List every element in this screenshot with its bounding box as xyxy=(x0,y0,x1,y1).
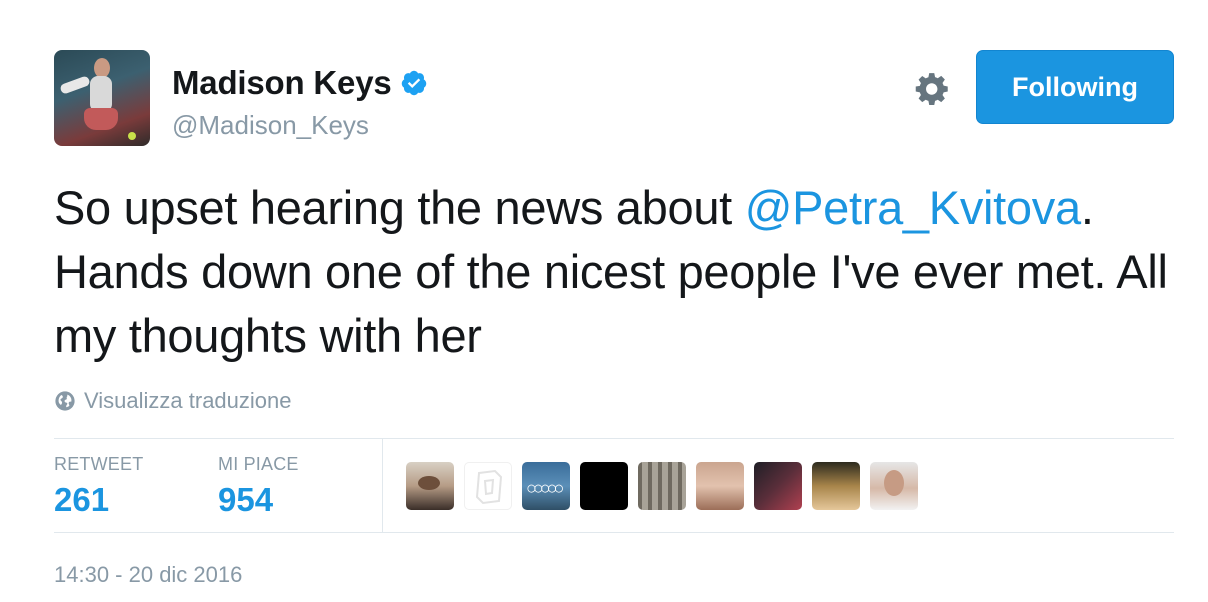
tweet-text: So upset hearing the news about @Petra_K… xyxy=(54,176,1174,368)
avatar-ball-shape xyxy=(128,132,136,140)
avatar-skirt-shape xyxy=(84,108,118,130)
verified-badge-icon xyxy=(401,70,426,96)
following-button[interactable]: Following xyxy=(976,50,1174,124)
retweet-count[interactable]: 261 xyxy=(54,481,143,519)
translate-label[interactable]: Visualizza traduzione xyxy=(84,388,292,414)
likes-stat[interactable]: MI PIACE 954 xyxy=(218,454,299,519)
stats-separator xyxy=(382,438,383,532)
sketch-avatar-icon xyxy=(475,469,503,505)
author-handle[interactable]: @Madison_Keys xyxy=(172,110,428,141)
liker-avatar-face-shape xyxy=(418,476,440,490)
author-display-name[interactable]: Madison Keys xyxy=(172,64,392,102)
olympic-rings-icon: ○○○○○ xyxy=(526,478,564,498)
liker-avatar[interactable]: ○○○○○ xyxy=(522,462,570,510)
liker-avatar[interactable] xyxy=(812,462,860,510)
tweet-stats: RETWEET 261 MI PIACE 954 ○○○○○ xyxy=(54,438,1174,532)
author-display-name-row[interactable]: Madison Keys xyxy=(172,64,428,102)
liker-avatar[interactable] xyxy=(870,462,918,510)
divider-bottom xyxy=(54,532,1174,533)
liker-avatar-face-shape xyxy=(884,470,904,496)
author-name-block: Madison Keys @Madison_Keys xyxy=(172,64,428,141)
liker-avatar[interactable] xyxy=(754,462,802,510)
author-avatar[interactable] xyxy=(54,50,150,146)
liker-avatar[interactable] xyxy=(406,462,454,510)
tweet-timestamp[interactable]: 14:30 - 20 dic 2016 xyxy=(54,562,242,588)
gear-icon[interactable] xyxy=(914,70,952,108)
translate-link[interactable]: Visualizza traduzione xyxy=(54,388,292,414)
tweet-text-start: So upset hearing the news about xyxy=(54,181,745,234)
liker-avatar[interactable] xyxy=(696,462,744,510)
globe-icon xyxy=(55,391,75,411)
liker-avatar[interactable] xyxy=(638,462,686,510)
likes-count[interactable]: 954 xyxy=(218,481,299,519)
liker-avatar[interactable] xyxy=(580,462,628,510)
retweet-label: RETWEET xyxy=(54,454,144,474)
mention-link[interactable]: @Petra_Kvitova xyxy=(745,181,1081,234)
avatar-head-shape xyxy=(94,58,110,78)
avatar-body-shape xyxy=(90,76,112,112)
retweet-stat[interactable]: RETWEET 261 xyxy=(54,454,143,519)
liker-avatar[interactable] xyxy=(464,462,512,510)
avatar-racket-shape xyxy=(59,75,91,95)
likers-avatar-list: ○○○○○ xyxy=(406,462,928,510)
likes-label: MI PIACE xyxy=(218,454,299,474)
tweet-header: Madison Keys @Madison_Keys Following xyxy=(54,50,1174,146)
